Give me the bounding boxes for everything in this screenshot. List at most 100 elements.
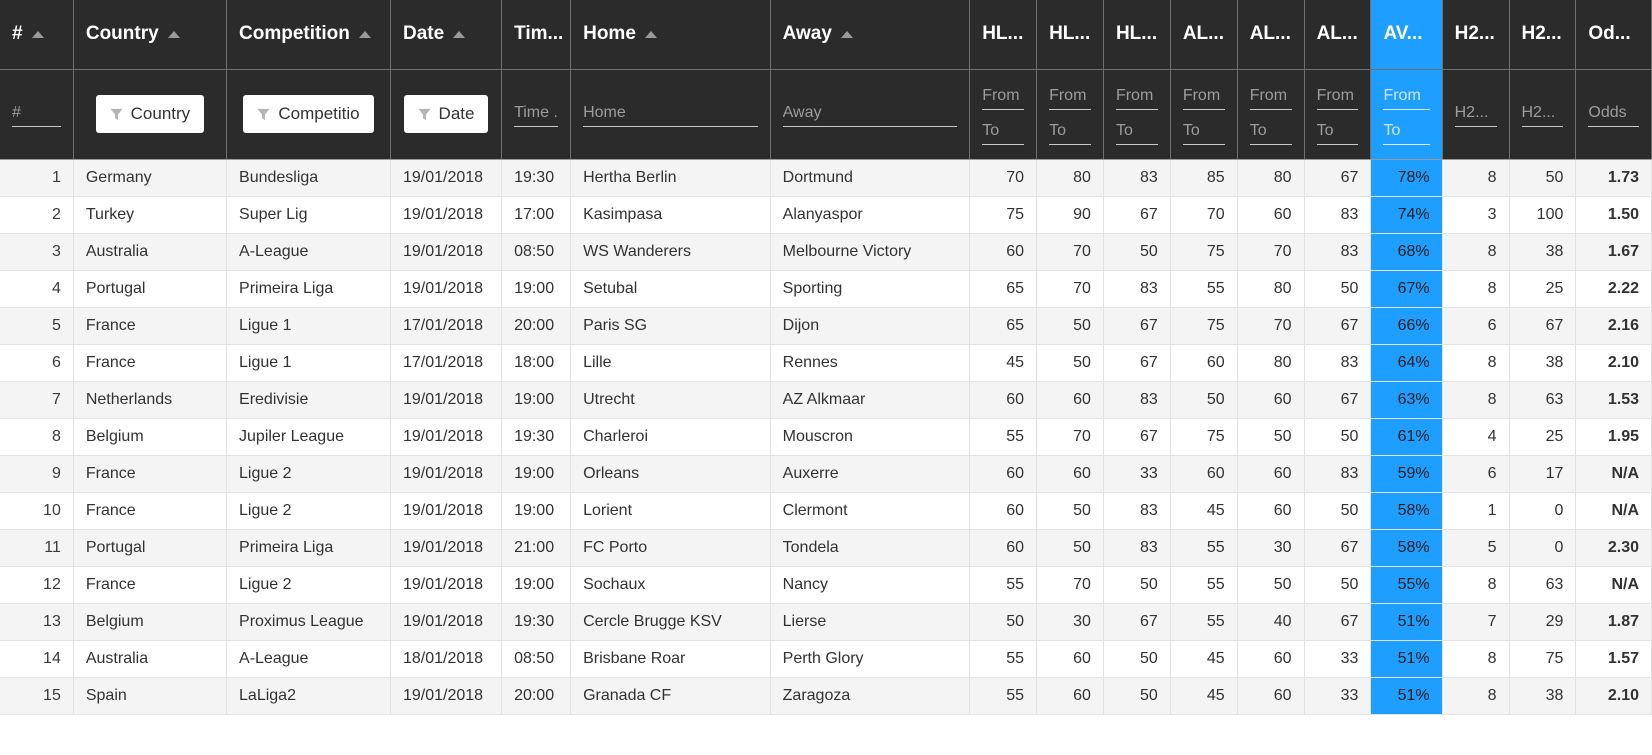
filter-input-al2-from[interactable] (1249, 83, 1292, 110)
column-header-h2b[interactable]: H2... (1509, 0, 1577, 70)
cell-hl1: 55 (969, 640, 1038, 678)
cell-idx: 14 (0, 640, 74, 678)
table-row[interactable]: 8 Belgium Jupiler League 19/01/2018 19:30 Cha… (0, 418, 1652, 456)
sort-ascending-arrow-icon[interactable] (358, 30, 371, 38)
column-header-av[interactable]: AV... (1370, 0, 1443, 70)
column-header-away[interactable]: Away (770, 0, 971, 70)
funnel-icon (418, 108, 431, 120)
column-header-hl3[interactable]: HL... (1103, 0, 1171, 70)
column-header-date[interactable]: Date (390, 0, 503, 70)
table-row[interactable]: 6 France Ligue 1 17/01/2018 18:00 Lille Rennes… (0, 344, 1652, 382)
table-row[interactable]: 2 Turkey Super Lig 19/01/2018 17:00 Kasimpasa… (0, 196, 1652, 234)
column-header-label: Away (782, 23, 832, 45)
table-row[interactable]: 4 Portugal Primeira Liga 19/01/2018 19:00 Set… (0, 270, 1652, 308)
column-header-label: Date (402, 23, 445, 45)
filter-input-hl1-to[interactable] (982, 118, 1025, 145)
column-header-time[interactable]: Tim... (501, 0, 572, 70)
cell-country: France (73, 455, 228, 493)
filter-input-av-from[interactable] (1383, 83, 1430, 110)
table-row[interactable]: 10 France Ligue 2 19/01/2018 19:00 Lorient Cle… (0, 492, 1652, 530)
cell-idx: 7 (0, 381, 74, 419)
cell-away: Zaragoza (770, 677, 971, 715)
filter-input-hl3-to[interactable] (1115, 118, 1158, 145)
table-row[interactable]: 12 France Ligue 2 19/01/2018 19:00 Sochaux Nan… (0, 566, 1652, 604)
cell-odds: 2.22 (1575, 270, 1652, 308)
table-body: 1 Germany Bundesliga 19/01/2018 19:30 Hertha … (0, 159, 1652, 715)
sort-ascending-arrow-icon[interactable] (167, 30, 180, 38)
cell-home: Cercle Brugge KSV (570, 603, 771, 641)
column-header-hl1[interactable]: HL... (969, 0, 1038, 70)
cell-hl3: 83 (1103, 529, 1171, 567)
filter-input-al1-from[interactable] (1182, 83, 1225, 110)
column-header-al2[interactable]: AL... (1237, 0, 1305, 70)
table-row[interactable]: 14 Australia A-League 18/01/2018 08:50 Brisba… (0, 640, 1652, 678)
table-row[interactable]: 11 Portugal Primeira Liga 19/01/2018 21:00 FC… (0, 529, 1652, 567)
cell-hl2: 50 (1036, 307, 1104, 345)
cell-al3: 83 (1304, 344, 1372, 382)
filter-input-odds[interactable] (1588, 101, 1639, 127)
cell-hl3: 67 (1103, 344, 1171, 382)
table-row[interactable]: 5 France Ligue 1 17/01/2018 20:00 Paris SG Dij… (0, 307, 1652, 345)
funnel-icon (257, 108, 270, 120)
cell-hl3: 50 (1103, 677, 1171, 715)
cell-home: Hertha Berlin (570, 159, 771, 197)
column-header-label: AL... (1249, 23, 1291, 45)
table-row[interactable]: 7 Netherlands Eredivisie 19/01/2018 19:00 Utr… (0, 381, 1652, 419)
filter-input-h2a[interactable] (1454, 101, 1497, 127)
cell-al1: 55 (1170, 270, 1238, 308)
filter-button-competition[interactable]: Competitio (243, 95, 374, 133)
filter-input-al3-from[interactable] (1316, 83, 1359, 110)
filter-input-hl2-to[interactable] (1049, 118, 1091, 145)
cell-date: 19/01/2018 (390, 492, 503, 530)
filter-button-country[interactable]: Country (95, 95, 205, 133)
table-row[interactable]: 9 France Ligue 2 19/01/2018 19:00 Orleans Auxe… (0, 455, 1652, 493)
cell-competition: A-League (226, 233, 391, 271)
cell-h2a: 8 (1442, 344, 1510, 382)
cell-competition: Primeira Liga (226, 529, 391, 567)
column-header-hl2[interactable]: HL... (1036, 0, 1104, 70)
column-header-h2a[interactable]: H2... (1442, 0, 1510, 70)
table-row[interactable]: 3 Australia A-League 19/01/2018 08:50 WS Wand… (0, 233, 1652, 271)
cell-hl3: 67 (1103, 603, 1171, 641)
filter-input-al1-to[interactable] (1182, 118, 1225, 145)
column-header-label: Country (85, 23, 159, 45)
sort-ascending-arrow-icon[interactable] (840, 30, 853, 38)
sort-ascending-arrow-icon[interactable] (31, 30, 44, 38)
filter-input-idx[interactable] (12, 101, 61, 127)
filter-input-home[interactable] (583, 101, 758, 127)
sort-ascending-arrow-icon[interactable] (453, 30, 466, 38)
filter-input-away[interactable] (782, 101, 958, 127)
cell-time: 17:00 (501, 196, 572, 234)
column-header-idx[interactable]: # (0, 0, 74, 70)
column-header-competition[interactable]: Competition (226, 0, 391, 70)
cell-hl1: 70 (969, 159, 1038, 197)
cell-idx: 10 (0, 492, 74, 530)
filter-input-h2b[interactable] (1521, 101, 1564, 127)
cell-home: Brisbane Roar (570, 640, 771, 678)
column-header-home[interactable]: Home (570, 0, 771, 70)
table-row[interactable]: 1 Germany Bundesliga 19/01/2018 19:30 Hertha … (0, 159, 1652, 197)
column-header-al3[interactable]: AL... (1304, 0, 1372, 70)
filter-input-al3-to[interactable] (1316, 118, 1359, 145)
filter-input-hl2-from[interactable] (1049, 83, 1091, 110)
table-row[interactable]: 13 Belgium Proximus League 19/01/2018 19:30 C… (0, 603, 1652, 641)
column-header-al1[interactable]: AL... (1170, 0, 1238, 70)
filter-input-hl1-from[interactable] (982, 83, 1025, 110)
cell-hl2: 50 (1036, 492, 1104, 530)
column-header-odds[interactable]: Od... (1575, 0, 1652, 70)
filter-input-av-to[interactable] (1383, 118, 1430, 145)
cell-hl2: 70 (1036, 233, 1104, 271)
table-row[interactable]: 15 Spain LaLiga2 19/01/2018 20:00 Granada CF Z… (0, 677, 1652, 715)
filter-input-al2-to[interactable] (1249, 118, 1292, 145)
filter-input-hl3-from[interactable] (1115, 83, 1158, 110)
filter-input-time[interactable] (514, 101, 559, 127)
sort-ascending-arrow-icon[interactable] (644, 30, 657, 38)
column-header-label: Od... (1588, 23, 1631, 45)
filter-button-date[interactable]: Date (403, 95, 489, 133)
cell-time: 19:30 (501, 418, 572, 456)
cell-time: 19:00 (501, 566, 572, 604)
column-header-label: # (12, 23, 23, 45)
cell-date: 17/01/2018 (390, 344, 503, 382)
column-header-country[interactable]: Country (73, 0, 228, 70)
filter-button-label: Competitio (278, 104, 360, 123)
